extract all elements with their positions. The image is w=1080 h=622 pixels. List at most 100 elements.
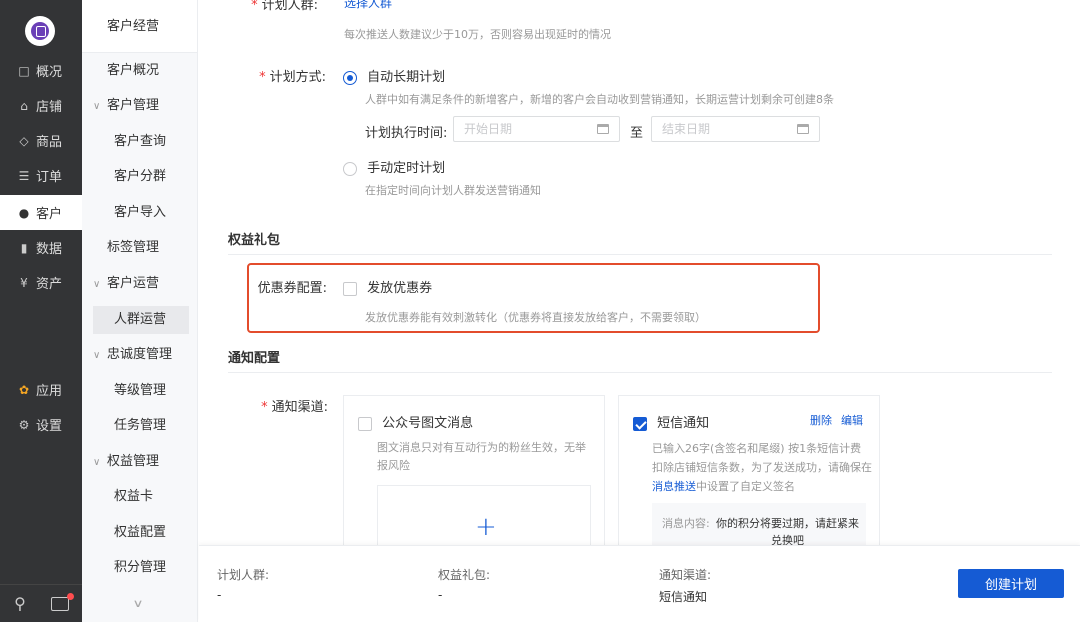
submenu-title: 客户经营 (82, 0, 197, 53)
radio-checked-icon (343, 70, 357, 85)
method-label-text: 计划方式: (269, 70, 326, 85)
auto-plan-label: 自动长期计划 (367, 70, 446, 85)
radio-unchecked-icon (343, 161, 357, 176)
coupon-checkbox[interactable]: 发放优惠券 (343, 277, 432, 296)
manual-plan-radio[interactable]: 手动定时计划 (343, 157, 445, 176)
sub-menu: 客户经营 客户概况 ∨ 客户管理 客户查询 客户分群 客户导入 标签管理 ∨ 客户运… (82, 0, 198, 622)
nav-item-label: 商品 (36, 135, 63, 150)
chevron-down-icon: ∨ (93, 350, 101, 361)
crowd-label: * 计划人群: (199, 0, 318, 13)
edit-link[interactable]: 编辑 (841, 412, 863, 428)
submenu-item-rights-card[interactable]: 权益卡 (82, 479, 198, 514)
nav-item-label: 数据 (36, 242, 63, 257)
submenu-item-rights-config[interactable]: 权益配置 (82, 515, 198, 550)
auto-plan-radio[interactable]: 自动长期计划 (343, 66, 445, 85)
nav-item-store[interactable]: ⌂ 店铺 (0, 88, 82, 123)
summary-crowd-value: - (217, 588, 222, 602)
submenu-item-levels[interactable]: 等级管理 (82, 373, 198, 408)
chevron-down-icon: ∨ (93, 457, 101, 468)
channel-label: * 通知渠道: (208, 396, 328, 415)
end-date-placeholder: 结束日期 (662, 122, 711, 136)
message-icon[interactable] (40, 592, 80, 613)
submenu-group-rights[interactable]: ∨ 权益管理 (82, 444, 198, 479)
submenu-group-label: 忠诚度管理 (107, 347, 173, 362)
bar-chart-icon: ▮ (20, 240, 28, 255)
summary-rights-value: - (438, 588, 443, 602)
coupon-option-label: 发放优惠券 (367, 281, 433, 296)
manual-plan-label: 手动定时计划 (367, 161, 446, 176)
wechat-checkbox[interactable]: 公众号图文消息 (358, 412, 473, 431)
yen-icon: ¥ (20, 275, 28, 290)
submenu-group-customer-mgmt[interactable]: ∨ 客户管理 (82, 88, 198, 123)
submenu-group-loyalty[interactable]: ∨ 忠诚度管理 (82, 337, 198, 372)
sms-content-label: 消息内容: (662, 517, 710, 530)
crowd-label-text: 计划人群: (261, 0, 318, 13)
end-date-input[interactable]: 结束日期 (651, 116, 820, 142)
nav-item-assets[interactable]: ¥ 资产 (0, 265, 82, 300)
submenu-item-crowd-ops[interactable]: 人群运营 (93, 306, 189, 334)
store-icon: ⌂ (20, 98, 28, 113)
sms-desc: 已输入26字(含签名和尾缀) 按1条短信计费 扣除店铺短信条数，为了发送成功，请… (652, 439, 876, 496)
start-date-input[interactable]: 开始日期 (453, 116, 620, 142)
add-article-box[interactable]: + (377, 485, 591, 545)
apps-icon: ✿ (18, 382, 30, 397)
required-mark: * (251, 0, 258, 13)
create-plan-button[interactable]: 创建计划 (958, 569, 1064, 598)
nav-item-label: 订单 (36, 170, 63, 185)
nav-item-label: 应用 (36, 384, 63, 399)
sms-desc-line: 扣除店铺短信条数，为了发送成功，请确保在 (652, 461, 872, 474)
coupon-hint: 发放优惠券能有效刺激转化（优惠券将直接发放给客户，不需要领取） (365, 311, 706, 324)
sms-desc-line: 中设置了自定义签名 (696, 480, 795, 493)
submenu-group-label: 客户管理 (107, 98, 160, 113)
plus-icon: + (475, 512, 497, 542)
nav-item-orders[interactable]: ☰ 订单 (0, 158, 82, 193)
sms-content-box: 消息内容: 你的积分将要过期，请赶紧来兑换吧 (652, 503, 866, 545)
date-range-separator: 至 (630, 126, 644, 141)
submenu-item-tasks[interactable]: 任务管理 (82, 408, 198, 443)
submenu-item-tags[interactable]: 标签管理 (82, 230, 198, 265)
nav-item-overview[interactable]: □ 概况 (0, 53, 82, 88)
nav-item-label: 设置 (36, 419, 63, 434)
exec-time-label: 计划执行时间: (365, 126, 448, 141)
chevron-down-icon[interactable]: ∨ (132, 597, 143, 610)
gear-icon: ⚙ (18, 417, 30, 432)
nav-item-label: 店铺 (36, 100, 63, 115)
summary-crowd-label: 计划人群: (217, 568, 270, 582)
chevron-down-icon: ∨ (93, 101, 101, 112)
calendar-icon (797, 124, 809, 134)
nav-item-goods[interactable]: ◇ 商品 (0, 123, 82, 158)
calendar-icon (597, 124, 609, 134)
message-push-link[interactable]: 消息推送 (652, 480, 696, 493)
sms-content-text: 你的积分将要过期，请赶紧来兑换吧 (716, 517, 859, 545)
nav-item-apps[interactable]: ✿ 应用 (0, 372, 82, 407)
submenu-group-customer-ops[interactable]: ∨ 客户运营 (82, 266, 198, 301)
submenu-item-overview[interactable]: 客户概况 (82, 53, 198, 88)
delete-link[interactable]: 删除 (810, 412, 832, 428)
submenu-item-group[interactable]: 客户分群 (82, 159, 198, 194)
chat-icon: □ (18, 63, 30, 78)
notify-section-title: 通知配置 (228, 347, 1052, 373)
submenu-group-label: 客户运营 (107, 276, 160, 291)
submenu-item-points[interactable]: 积分管理 (82, 550, 198, 585)
app-logo[interactable] (25, 16, 55, 46)
checkbox-unchecked-icon (358, 416, 372, 431)
nav-item-label: 概况 (36, 65, 63, 80)
wechat-title: 公众号图文消息 (382, 416, 474, 431)
submenu-item-query[interactable]: 客户查询 (82, 124, 198, 159)
nav-item-data[interactable]: ▮ 数据 (0, 230, 82, 265)
main-nav: □ 概况 ⌂ 店铺 ◇ 商品 ☰ 订单 ● 客户 ▮ 数据 ¥ 资产 ✿ 应用 … (0, 0, 82, 622)
bottom-summary-bar: 计划人群: - 权益礼包: - 通知渠道: 短信通知 创建计划 (199, 545, 1080, 622)
method-label: * 计划方式: (206, 66, 326, 85)
plan-form: * 计划人群: 选择人群 每次推送人数建议少于10万，否则容易出现延时的情况 * 计… (199, 0, 1080, 545)
wechat-channel-card[interactable]: 公众号图文消息 图文消息只对有互动行为的粉丝生效，无举报风险 + (343, 395, 605, 545)
coupon-label: 优惠券配置: (257, 281, 327, 296)
nav-item-customers[interactable]: ● 客户 (0, 195, 82, 230)
search-icon[interactable]: ⚲ (0, 594, 40, 613)
nav-item-settings[interactable]: ⚙ 设置 (0, 407, 82, 442)
sms-desc-line: 已输入26字(含签名和尾缀) 按1条短信计费 (652, 442, 862, 455)
submenu-item-import[interactable]: 客户导入 (82, 195, 198, 230)
sms-channel-card[interactable]: 短信通知 删除 编辑 已输入26字(含签名和尾缀) 按1条短信计费 扣除店铺短信… (618, 395, 880, 545)
nav-item-label: 客户 (36, 207, 63, 222)
select-crowd-link[interactable]: 选择人群 (344, 0, 392, 11)
sms-checkbox[interactable]: 短信通知 (633, 412, 709, 431)
